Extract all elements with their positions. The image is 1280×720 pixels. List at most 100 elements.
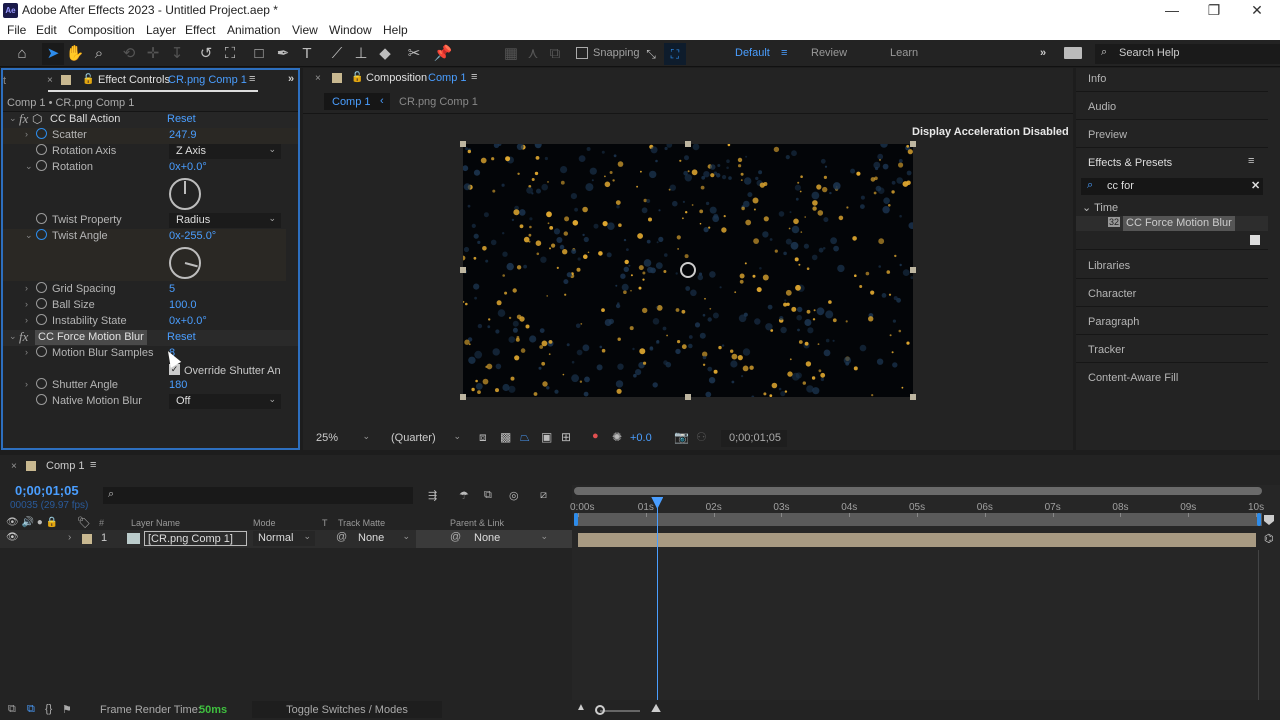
grid-guides-icon[interactable]: ⊞ xyxy=(561,430,571,444)
blend-mode-dropdown[interactable]: Normal ⌄ xyxy=(253,531,315,546)
effects-search-input[interactable]: ⌕ cc for ✕ xyxy=(1081,178,1263,195)
roto-brush-icon[interactable]: ✂ xyxy=(403,43,425,65)
expand-chevron-icon[interactable]: › xyxy=(68,532,71,543)
close-tab-icon[interactable]: × xyxy=(11,461,17,472)
layer-search-input[interactable]: ⌕ xyxy=(103,487,413,504)
current-timecode[interactable]: 0;00;01;05 xyxy=(15,483,79,498)
region-of-interest-icon[interactable]: ▣ xyxy=(541,430,552,444)
stretch-panel-icon[interactable]: ⚑ xyxy=(62,703,72,716)
menu-window[interactable]: Window xyxy=(329,23,372,37)
pen-tool-icon[interactable]: ✒ xyxy=(272,43,294,65)
minimize-button[interactable]: — xyxy=(1157,2,1187,18)
restore-button[interactable]: ❐ xyxy=(1199,2,1229,19)
channel-icon[interactable]: ● xyxy=(592,430,599,442)
render-time-toggle-icon[interactable]: ⧉ xyxy=(8,703,16,716)
prev-tab-label[interactable]: t xyxy=(3,75,6,87)
orbit-camera-icon[interactable]: ⟲ xyxy=(118,43,140,65)
rotation-tool-icon[interactable]: ↺ xyxy=(195,43,217,65)
more-panels-icon[interactable]: » xyxy=(288,73,294,85)
twist-angle-dial[interactable] xyxy=(169,247,201,279)
stopwatch-icon[interactable] xyxy=(36,298,47,309)
expand-chevron-icon[interactable]: › xyxy=(25,379,28,389)
playhead[interactable] xyxy=(657,497,659,700)
brush-tool-icon[interactable]: ⟋ xyxy=(326,43,348,65)
menu-file[interactable]: File xyxy=(7,23,26,37)
zoom-slider-thumb[interactable] xyxy=(595,705,605,715)
snapshot-icon[interactable]: 📷 xyxy=(674,430,689,444)
stopwatch-icon[interactable] xyxy=(36,160,47,171)
reset-button[interactable]: Reset xyxy=(167,331,196,343)
search-help-input[interactable]: ⌕ Search Help xyxy=(1095,44,1280,64)
menu-view[interactable]: View xyxy=(292,23,318,37)
composition-tab-name[interactable]: Comp 1 xyxy=(428,72,467,84)
show-snapshot-icon[interactable]: ⚇ xyxy=(696,430,707,444)
layer-name-header[interactable]: Layer Name xyxy=(131,518,180,528)
align-icon[interactable]: ▦ xyxy=(500,43,522,65)
layer-duration-bar[interactable] xyxy=(578,533,1256,547)
visibility-eye-icon[interactable]: 👁 xyxy=(6,532,19,543)
panel-preview[interactable]: Preview xyxy=(1088,129,1127,141)
stopwatch-icon[interactable] xyxy=(36,378,47,389)
expand-chevron-icon[interactable]: › xyxy=(25,129,28,139)
transform-handle[interactable] xyxy=(460,267,466,273)
reset-button[interactable]: Reset xyxy=(167,113,196,125)
layer-name[interactable]: [CR.png Comp 1] xyxy=(144,531,247,546)
shutter-angle-value[interactable]: 180 xyxy=(169,379,187,391)
menu-animation[interactable]: Animation xyxy=(227,23,280,37)
menu-help[interactable]: Help xyxy=(383,23,408,37)
transform-handle[interactable] xyxy=(460,394,466,400)
exposure-value[interactable]: +0.0 xyxy=(630,432,652,444)
fast-preview-icon[interactable]: ⧈ xyxy=(479,430,487,445)
zoom-out-icon[interactable]: ▲ xyxy=(576,702,586,713)
twist-property-dropdown[interactable]: Radius ⌄ xyxy=(169,213,281,228)
pan-behind-icon[interactable]: ⛶ xyxy=(219,43,241,65)
panel-menu-icon[interactable]: ≡ xyxy=(90,459,96,471)
time-navigator-bar[interactable] xyxy=(574,487,1262,495)
workspace-learn[interactable]: Learn xyxy=(890,47,918,59)
pan-camera-icon[interactable]: ✛ xyxy=(142,43,164,65)
stopwatch-icon[interactable] xyxy=(36,282,47,293)
mask-visibility-icon[interactable]: ⏢ xyxy=(520,430,530,445)
panel-info[interactable]: Info xyxy=(1088,73,1106,85)
work-area-end-handle[interactable] xyxy=(1257,513,1261,526)
draft-3d-icon[interactable]: ☂ xyxy=(459,489,469,502)
transform-handle[interactable] xyxy=(460,141,466,147)
snapping-checkbox[interactable] xyxy=(576,47,588,59)
new-preset-icon[interactable] xyxy=(1250,235,1260,245)
menu-effect[interactable]: Effect xyxy=(185,23,215,37)
snap-features-icon[interactable]: ⛶ xyxy=(664,43,686,65)
zoom-tool-icon[interactable]: ⌕ xyxy=(88,43,110,65)
selection-tool-icon[interactable]: ➤ xyxy=(42,43,64,65)
stopwatch-icon[interactable] xyxy=(36,394,47,405)
puppet-pin-icon[interactable]: 📌 xyxy=(432,43,454,65)
panel-effects-presets[interactable]: Effects & Presets xyxy=(1088,157,1172,169)
pickwhip-icon[interactable]: @ xyxy=(336,531,347,543)
workspace-default[interactable]: Default xyxy=(735,47,770,59)
stopwatch-icon[interactable] xyxy=(36,128,47,139)
close-button[interactable]: ✕ xyxy=(1242,2,1272,19)
transform-handle[interactable] xyxy=(685,141,691,147)
collapse-chevron-icon[interactable]: ⌄ xyxy=(25,230,33,241)
expand-chevron-icon[interactable]: › xyxy=(25,315,28,325)
native-motion-blur-dropdown[interactable]: Off ⌄ xyxy=(169,394,281,409)
grid-spacing-value[interactable]: 5 xyxy=(169,283,175,295)
clear-search-icon[interactable]: ✕ xyxy=(1251,179,1260,192)
work-area-bar[interactable] xyxy=(574,513,1262,526)
panel-tracker[interactable]: Tracker xyxy=(1088,344,1125,356)
stopwatch-icon[interactable] xyxy=(36,144,47,155)
timeline-tab[interactable]: Comp 1 xyxy=(46,460,85,472)
rectangle-tool-icon[interactable]: □ xyxy=(248,43,270,65)
panel-menu-icon[interactable]: ≡ xyxy=(471,71,477,83)
transform-handle[interactable] xyxy=(910,394,916,400)
hand-tool-icon[interactable]: ✋ xyxy=(64,43,86,65)
twist-angle-value[interactable]: 0x-255.0° xyxy=(169,230,216,242)
workspace-menu-icon[interactable]: ≡ xyxy=(781,47,787,59)
effect-controls-layer[interactable]: CR.png Comp 1 xyxy=(168,74,247,86)
parent-dropdown[interactable]: None ⌄ xyxy=(468,531,552,546)
transform-handle[interactable] xyxy=(910,141,916,147)
composition-tab[interactable]: Composition xyxy=(366,72,427,84)
type-tool-icon[interactable]: T xyxy=(296,43,318,65)
toggle-switches-modes-button[interactable]: Toggle Switches / Modes xyxy=(252,701,442,718)
panel-menu-icon[interactable]: ≡ xyxy=(249,73,255,85)
layer-row[interactable]: 👁 › 1 [CR.png Comp 1] Normal ⌄ @ None ⌄ @ … xyxy=(0,530,572,548)
